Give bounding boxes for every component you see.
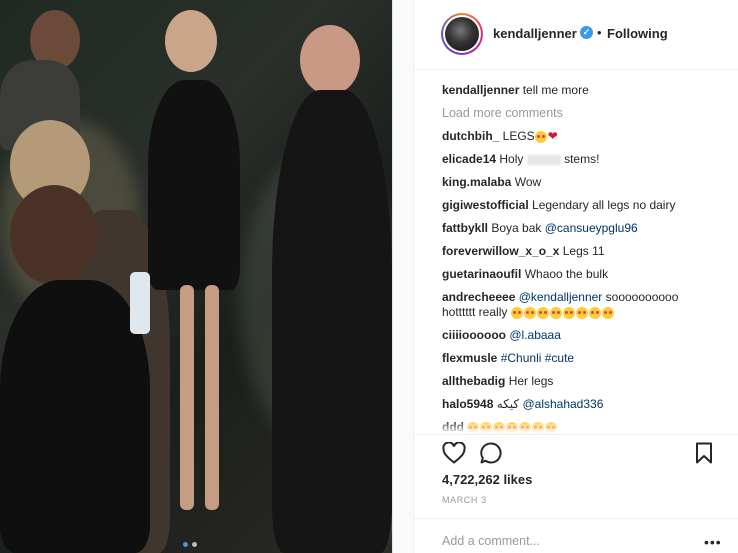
comment-text: کیکه (496, 397, 520, 411)
emoji-icon (523, 306, 536, 319)
comment-username[interactable]: foreverwillow_x_o_x (442, 244, 559, 258)
following-button[interactable]: Following (607, 26, 668, 41)
post-photo[interactable] (0, 0, 392, 553)
caption: kendalljenner tell me more (442, 83, 732, 106)
action-bar (414, 434, 738, 470)
comment-text: Holy (499, 152, 524, 166)
heart-emoji-icon: ❤ (547, 129, 558, 143)
comment-row: elicade14 Holy stems! (442, 152, 732, 175)
comment-row: flexmusle #Chunli #cute (442, 351, 732, 374)
add-comment-bar: Add a comment... ••• (414, 518, 738, 553)
divider (392, 0, 414, 553)
comment-row: andrecheeee @kendalljenner soooooooooo h… (442, 290, 732, 328)
emoji-icon (534, 130, 547, 143)
comment-text: hotttttt really (442, 305, 508, 319)
comment-username[interactable]: gigiwestofficial (442, 198, 529, 212)
comment-text: Boya bak (491, 221, 542, 235)
load-more-comments[interactable]: Load more comments (442, 106, 732, 129)
comment-row: king.malaba Wow (442, 175, 732, 198)
comment-text: Her legs (508, 374, 554, 388)
comment-row: foreverwillow_x_o_x Legs 11 (442, 244, 732, 267)
comment-username[interactable]: king.malaba (442, 175, 511, 189)
comment-username[interactable]: flexmusle (442, 351, 497, 365)
comment-mention[interactable]: @alshahad336 (522, 397, 603, 411)
carousel-dot-active (183, 542, 188, 547)
post-sidebar: kendalljenner ✓ • Following kendalljenne… (414, 0, 738, 553)
bookmark-icon[interactable] (695, 442, 713, 464)
comment-mention[interactable]: @kendalljenner (519, 290, 603, 304)
comment-username[interactable]: elicade14 (442, 152, 496, 166)
header-username[interactable]: kendalljenner (493, 26, 577, 41)
comment-bubble-icon[interactable] (480, 442, 502, 464)
header-separator: • (597, 25, 602, 40)
comment-text: Legs 11 (562, 244, 605, 258)
comment-username[interactable]: halo5948 (442, 397, 493, 411)
avatar[interactable] (441, 13, 483, 55)
more-options-icon[interactable]: ••• (704, 534, 722, 550)
emoji-icon (601, 306, 614, 319)
comment-row: halo5948 کیکه @alshahad336 (442, 397, 732, 420)
comment-row: guetarinaoufil Whaoo the bulk (442, 267, 732, 290)
comment-row: ciiiioooooo @l.abaaa (442, 328, 732, 351)
carousel-dots (183, 542, 197, 547)
emoji-icon (536, 306, 549, 319)
comment-list: kendalljenner tell me more Load more com… (442, 83, 732, 443)
comment-username[interactable]: fattbykll (442, 221, 488, 235)
comments-fade (414, 420, 738, 434)
comment-hashtags[interactable]: #Chunli #cute (501, 351, 574, 365)
emoji-icon (562, 306, 575, 319)
comment-username[interactable]: kendalljenner (442, 83, 519, 97)
comment-text: Wow (514, 175, 542, 189)
emoji-icon (549, 306, 562, 319)
comment-text: Whaoo the bulk (524, 267, 609, 281)
comment-row: fattbykll Boya bak @cansueypglu96 (442, 221, 732, 244)
comment-mention[interactable]: @l.abaaa (509, 328, 561, 342)
comment-text: Legendary all legs no dairy (532, 198, 676, 212)
emoji-icon (588, 306, 601, 319)
comment-username[interactable]: allthebadig (442, 374, 505, 388)
blurred-text (526, 154, 561, 165)
comment-row: gigiwestofficial Legendary all legs no d… (442, 198, 732, 221)
comment-row: allthebadig Her legs (442, 374, 732, 397)
post-header: kendalljenner ✓ • Following (414, 0, 738, 70)
heart-outline-icon[interactable] (442, 442, 466, 464)
comment-text: tell me more (522, 83, 589, 97)
comment-text: LEGS (502, 129, 535, 143)
comment-username[interactable]: guetarinaoufil (442, 267, 521, 281)
carousel-dot (192, 542, 197, 547)
comment-username[interactable]: dutchbih_ (442, 129, 499, 143)
like-count[interactable]: 4,722,262 likes (442, 472, 532, 487)
comment-row: dutchbih_ LEGS ❤ (442, 129, 732, 152)
comment-username[interactable]: ciiiioooooo (442, 328, 506, 342)
comment-mention[interactable]: @cansueypglu96 (545, 221, 638, 235)
emoji-icon (575, 306, 588, 319)
add-comment-input[interactable]: Add a comment... (442, 534, 540, 548)
emoji-icon (510, 306, 523, 319)
verified-badge-icon: ✓ (580, 26, 593, 39)
comment-text: soooooooooo (605, 290, 679, 304)
comment-username[interactable]: andrecheeee (442, 290, 515, 304)
comment-text: stems! (564, 152, 600, 166)
post-date[interactable]: MARCH 3 (442, 495, 487, 505)
